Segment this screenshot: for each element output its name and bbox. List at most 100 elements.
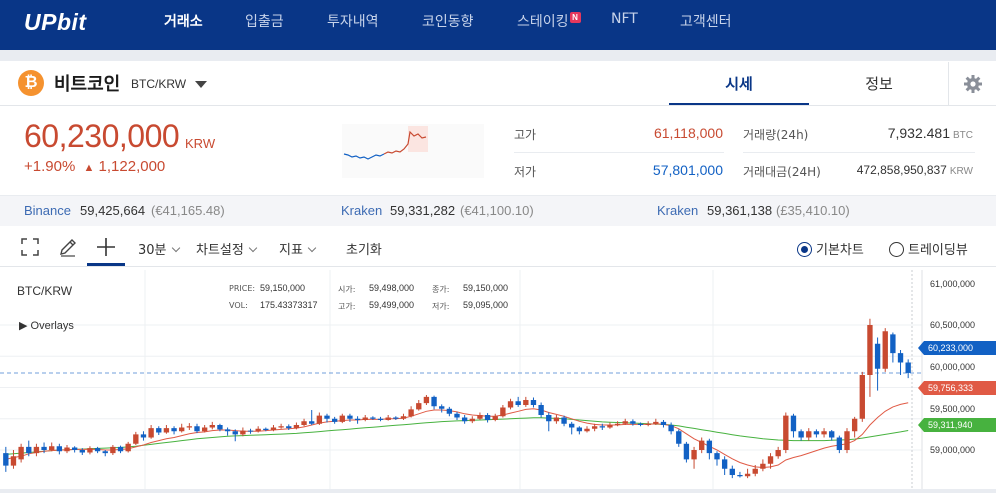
ma-long-tag: 59,311,940 bbox=[918, 418, 996, 432]
candle-up bbox=[844, 431, 850, 450]
exchange-name: Kraken bbox=[341, 203, 383, 218]
candle-up bbox=[859, 375, 865, 419]
candle-up bbox=[33, 446, 40, 454]
mini-chart-svg bbox=[343, 126, 428, 160]
candle-down bbox=[324, 415, 330, 419]
mini-chart-line-down bbox=[343, 153, 385, 160]
candle-down bbox=[576, 427, 583, 432]
chart-pair-label: BTC/KRW bbox=[17, 284, 73, 298]
nav-deposit-withdraw[interactable]: 입출금 bbox=[245, 11, 284, 31]
header-divider bbox=[0, 105, 996, 106]
candle-up bbox=[767, 456, 774, 464]
caret-down-icon[interactable] bbox=[195, 81, 207, 88]
candle-up bbox=[783, 415, 789, 450]
mini-chart-highlight bbox=[408, 126, 428, 152]
indicators-dropdown[interactable]: 지표 bbox=[279, 239, 317, 258]
tab-quote[interactable]: 시세 bbox=[669, 62, 809, 106]
candle-up bbox=[477, 415, 483, 419]
high-value: 61,118,000 bbox=[653, 125, 723, 141]
candle-up bbox=[186, 426, 193, 428]
candle-down bbox=[829, 431, 835, 438]
candle-up bbox=[179, 427, 185, 432]
exchange-sub-price: (€41,165.48) bbox=[151, 203, 225, 218]
candle-up bbox=[653, 421, 659, 424]
gear-icon bbox=[964, 75, 982, 93]
fullscreen-icon[interactable] bbox=[21, 238, 39, 256]
candle-down bbox=[194, 426, 200, 432]
candle-down bbox=[737, 475, 743, 477]
ohlc-label: 시가: bbox=[338, 285, 356, 294]
ma-short-tag: 59,756,333 bbox=[918, 381, 996, 395]
candle-down bbox=[530, 400, 537, 405]
candle-down bbox=[874, 343, 881, 369]
candle-up bbox=[385, 417, 391, 420]
radio-basic-chart[interactable]: 기본차트 bbox=[797, 239, 864, 258]
upbit-logo[interactable]: UPbit bbox=[24, 9, 87, 36]
candle-up bbox=[49, 446, 55, 450]
candle-down bbox=[102, 451, 108, 454]
candle-up bbox=[423, 396, 430, 404]
ohlc-label: VOL: bbox=[229, 301, 248, 310]
exchange-price: 59,361,138 bbox=[707, 203, 773, 218]
candle-up bbox=[10, 456, 17, 466]
pencil-icon[interactable] bbox=[58, 237, 78, 257]
radio-basic-label: 기본차트 bbox=[816, 243, 864, 258]
candle-up bbox=[882, 331, 888, 369]
ohlc-value: 59,150,000 bbox=[463, 283, 509, 293]
candle-down bbox=[561, 417, 567, 424]
overlays-toggle[interactable]: ▶ Overlays bbox=[19, 319, 74, 332]
candle-down bbox=[370, 417, 376, 419]
radio-tradingview[interactable]: 트레이딩뷰 bbox=[889, 239, 968, 258]
candle-down bbox=[331, 418, 338, 422]
candle-down bbox=[354, 418, 361, 420]
ohlc-label: 저가: bbox=[432, 302, 450, 311]
low-value: 57,801,000 bbox=[652, 162, 723, 178]
candle-up bbox=[553, 417, 560, 422]
candle-down bbox=[905, 362, 911, 373]
tab-info[interactable]: 정보 bbox=[809, 62, 949, 106]
nav-staking[interactable]: 스테이킹 N bbox=[517, 11, 581, 31]
candle-down bbox=[439, 406, 445, 409]
coin-name[interactable]: 비트코인 bbox=[54, 70, 120, 96]
candle-down bbox=[836, 437, 843, 450]
ohlc-value: 59,095,000 bbox=[463, 300, 509, 310]
candle-up bbox=[752, 468, 758, 474]
up-arrow-icon: ▲ bbox=[83, 162, 95, 174]
candle-down bbox=[224, 429, 231, 432]
interval-dropdown[interactable]: 30분 bbox=[138, 239, 180, 258]
candle-down bbox=[26, 446, 32, 454]
settings-button[interactable] bbox=[948, 62, 996, 106]
candle-down bbox=[515, 401, 521, 405]
nav-customer-center[interactable]: 고객센터 bbox=[680, 11, 732, 31]
candle-down bbox=[714, 453, 720, 460]
candle-up bbox=[591, 426, 598, 429]
candle-up bbox=[691, 450, 697, 460]
amount-label: 거래대금(24H) bbox=[743, 165, 821, 179]
nav-coin-trends[interactable]: 코인동향 bbox=[422, 11, 474, 31]
crosshair-icon[interactable] bbox=[96, 237, 116, 257]
amount-unit: KRW bbox=[949, 166, 973, 177]
reset-button[interactable]: 초기화 bbox=[346, 239, 382, 258]
candle-down bbox=[263, 428, 269, 430]
nav-exchange[interactable]: 거래소 bbox=[164, 11, 203, 31]
candle-up bbox=[584, 428, 590, 432]
nav-nft[interactable]: NFT bbox=[611, 11, 638, 27]
chart-settings-dropdown[interactable]: 차트설정 bbox=[196, 239, 258, 258]
volume-value: 7,932.481 BTC bbox=[830, 125, 973, 141]
candle-up bbox=[125, 443, 131, 452]
exchange-sub-price: (£35,410.10) bbox=[776, 203, 850, 218]
chevron-down-icon bbox=[248, 243, 258, 253]
candle-up bbox=[64, 447, 70, 452]
candle-up bbox=[148, 428, 154, 438]
y-tick-label: 59,000,000 bbox=[930, 445, 976, 455]
candle-up bbox=[255, 428, 261, 432]
stat-divider-2 bbox=[743, 152, 975, 153]
indicators-label: 지표 bbox=[279, 243, 303, 258]
price-change: +1.90% ▲ 1,122,000 bbox=[24, 158, 165, 175]
nav-investments[interactable]: 투자내역 bbox=[327, 11, 379, 31]
candle-up bbox=[408, 409, 414, 417]
candle-down bbox=[660, 421, 667, 425]
candle-up bbox=[507, 401, 514, 408]
amount-number: 472,858,950,837 bbox=[856, 163, 947, 177]
ohlc-label: 고가: bbox=[338, 302, 356, 311]
